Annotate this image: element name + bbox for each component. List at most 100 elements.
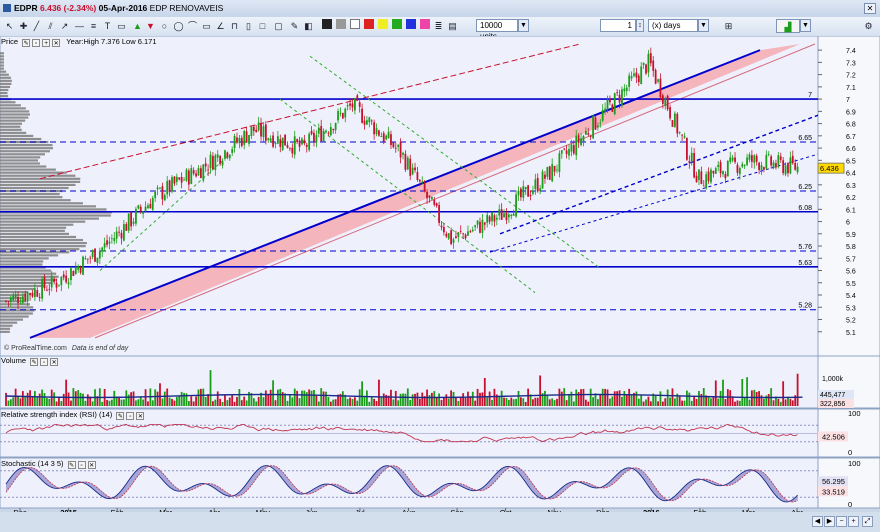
chart-type-icon[interactable]: ▟ xyxy=(776,19,800,33)
stoch-pane-close-icon[interactable]: ✕ xyxy=(87,461,96,469)
candle-body xyxy=(257,122,260,131)
volume-bar xyxy=(394,390,397,406)
box-tool-icon[interactable]: □ xyxy=(256,19,269,33)
volume-bar xyxy=(361,381,363,406)
hline-tool-icon[interactable]: — xyxy=(73,19,86,33)
candle-body xyxy=(332,129,335,131)
candle-body xyxy=(770,156,773,166)
period-field[interactable]: 1 xyxy=(600,19,636,32)
color-yellow-swatch[interactable] xyxy=(376,19,389,33)
volume-profile-bar xyxy=(0,275,59,278)
fib-tool-icon[interactable]: ≡ xyxy=(87,19,100,33)
units-field[interactable]: 10000 units xyxy=(476,19,518,41)
candle-body xyxy=(118,231,120,233)
window-tool-icon[interactable]: ▢ xyxy=(272,19,285,33)
volume-bar xyxy=(310,390,313,406)
volume-bar xyxy=(695,398,698,406)
period-unit-dropdown-icon[interactable]: ▼ xyxy=(698,19,709,32)
volume-bar xyxy=(296,390,299,406)
candle-body xyxy=(33,288,36,298)
color-blue-swatch[interactable] xyxy=(404,19,417,33)
magnet-tool-icon[interactable]: ⊓ xyxy=(228,19,241,33)
volume-bar xyxy=(190,396,193,406)
candle-body xyxy=(688,161,691,163)
color-pink-swatch[interactable] xyxy=(418,19,431,33)
candle-body xyxy=(767,153,770,155)
volume-bar xyxy=(551,398,554,406)
candle-body xyxy=(296,139,299,142)
rsi-pane-settings-icon[interactable]: ▫ xyxy=(126,412,135,420)
pointer-tool-icon[interactable]: ↖ xyxy=(3,19,16,33)
trendline-tool-icon[interactable]: ╱ xyxy=(30,19,43,33)
period-unit-field[interactable]: (x) days xyxy=(648,19,698,32)
volume-profile-bar xyxy=(0,278,58,281)
arrow-down-tool-icon[interactable]: ▼ xyxy=(144,19,157,33)
candle-body xyxy=(775,163,777,168)
line-style-icon[interactable]: ≣ xyxy=(432,19,445,33)
zoom-out-icon[interactable]: − xyxy=(836,516,847,527)
color-gray-swatch[interactable] xyxy=(334,19,347,33)
period-stepper-icon[interactable]: ↕ xyxy=(636,19,644,32)
candle-body xyxy=(248,134,250,144)
volume-pane-close-icon[interactable]: ✕ xyxy=(50,358,59,366)
rsi-top-label: 100 xyxy=(848,409,861,418)
close-icon[interactable]: ✕ xyxy=(864,3,876,14)
zone-tool-icon[interactable]: ▯ xyxy=(242,19,255,33)
candle-body xyxy=(303,139,306,144)
candle-body xyxy=(356,95,359,101)
volume-pane-wrench-icon[interactable]: ✎ xyxy=(30,358,39,366)
volume-avg-label: 322,856 xyxy=(820,401,845,408)
chart-type-dropdown-icon[interactable]: ▼ xyxy=(800,19,811,32)
candle-body xyxy=(556,169,558,171)
candle-body xyxy=(625,87,628,91)
candle-body xyxy=(337,110,339,121)
pencil-tool-icon[interactable]: ✎ xyxy=(288,19,301,33)
stoch-pane-settings-icon[interactable]: ▫ xyxy=(77,461,86,469)
volume-bar xyxy=(315,395,318,406)
color-picker-icon[interactable]: ◧ xyxy=(302,19,315,33)
chart-area[interactable]: 5.1 5.2 5.3 5.4 5.5 5.6 5.7 5.8 5.9 6 6.1 6.2 6.3 6.4… xyxy=(0,36,880,512)
settings-icon[interactable]: ⚙ xyxy=(862,19,875,33)
color-green-swatch[interactable] xyxy=(390,19,403,33)
angle-tool-icon[interactable]: ∠ xyxy=(214,19,227,33)
candle-body xyxy=(139,206,142,211)
volume-bar xyxy=(180,391,183,406)
arrow-up-tool-icon[interactable]: ▲ xyxy=(131,19,144,33)
candle-body xyxy=(455,236,457,239)
volume-bar xyxy=(556,398,558,406)
circle-tool-icon[interactable]: ○ xyxy=(158,19,171,33)
price-pane-settings-icon[interactable]: ▫ xyxy=(32,39,41,47)
candle-body xyxy=(89,257,92,259)
volume-bar xyxy=(683,400,686,406)
candle-body xyxy=(36,290,39,297)
channel-tool-icon[interactable]: ⫽ xyxy=(44,19,57,33)
polyline-tool-icon[interactable]: ⌒ xyxy=(186,19,199,33)
rsi-pane-wrench-icon[interactable]: ✎ xyxy=(116,412,125,420)
price-pane-add-icon[interactable]: + xyxy=(42,39,51,47)
rsi-pane-close-icon[interactable]: ✕ xyxy=(136,412,145,420)
color-black-swatch[interactable] xyxy=(320,19,333,33)
rect-tool-icon[interactable]: ▭ xyxy=(200,19,213,33)
stoch-pane-wrench-icon[interactable]: ✎ xyxy=(67,461,76,469)
text-tool-icon[interactable]: T xyxy=(101,19,114,33)
volume-bar xyxy=(53,392,56,406)
color-red-swatch[interactable] xyxy=(362,19,375,33)
volume-pane-settings-icon[interactable]: ▫ xyxy=(40,358,49,366)
ellipse-tool-icon[interactable]: ◯ xyxy=(172,19,185,33)
volume-pane-header: Volume ✎ ▫ ✕ xyxy=(1,356,59,366)
crosshair-tool-icon[interactable]: ✚ xyxy=(17,19,30,33)
candle-body xyxy=(103,243,106,248)
price-pane-close-icon[interactable]: ✕ xyxy=(52,39,61,47)
fit-view-icon[interactable]: ⤢ xyxy=(862,516,873,527)
add-indicator-icon[interactable]: ⊞ xyxy=(722,19,735,33)
volume-bar xyxy=(341,391,344,406)
scroll-left-icon[interactable]: ◀ xyxy=(812,516,823,527)
price-pane-wrench-icon[interactable]: ✎ xyxy=(22,39,31,47)
color-white-swatch[interactable] xyxy=(348,19,361,33)
zoom-in-icon[interactable]: + xyxy=(848,516,859,527)
note-tool-icon[interactable]: ▭ xyxy=(115,19,128,33)
ray-tool-icon[interactable]: ↗ xyxy=(58,19,71,33)
line-width-icon[interactable]: ▤ xyxy=(446,19,459,33)
units-dropdown-icon[interactable]: ▼ xyxy=(518,19,529,32)
scroll-right-icon[interactable]: ▶ xyxy=(824,516,835,527)
